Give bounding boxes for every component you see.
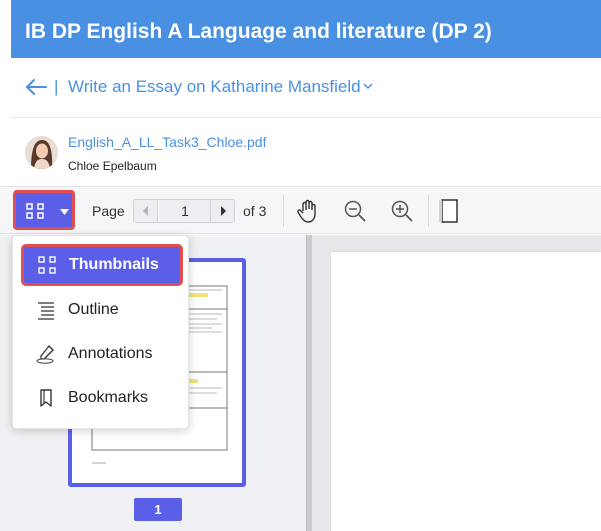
grid-icon bbox=[26, 203, 44, 219]
caret-down-icon bbox=[60, 209, 69, 215]
menu-item-outline[interactable]: Outline bbox=[13, 289, 190, 331]
course-header: IB DP English A Language and literature … bbox=[11, 0, 601, 58]
sidebar-mode-menu: Thumbnails Outline Annotations Bookmarks bbox=[12, 235, 189, 429]
chevron-left-icon bbox=[143, 206, 148, 216]
divider bbox=[283, 195, 284, 227]
course-title: IB DP English A Language and literature … bbox=[25, 20, 492, 43]
menu-item-label: Annotations bbox=[68, 345, 153, 362]
page-navigator bbox=[133, 199, 235, 223]
chevron-right-icon bbox=[221, 206, 226, 216]
next-page-button[interactable] bbox=[210, 200, 234, 222]
file-owner: Chloe Epelbaum bbox=[68, 159, 157, 173]
fit-page-icon[interactable] bbox=[437, 198, 463, 224]
hand-tool-icon[interactable] bbox=[295, 198, 321, 224]
file-info: English_A_LL_Task3_Chloe.pdf Chloe Epelb… bbox=[11, 118, 601, 186]
back-arrow-icon[interactable] bbox=[25, 78, 47, 96]
file-link[interactable]: English_A_LL_Task3_Chloe.pdf bbox=[68, 134, 266, 150]
zoom-in-icon[interactable] bbox=[389, 198, 415, 224]
thumbnails-icon bbox=[38, 256, 56, 274]
document-page bbox=[331, 252, 601, 531]
separator: | bbox=[54, 77, 59, 96]
document-viewer bbox=[312, 235, 601, 531]
avatar bbox=[25, 136, 58, 169]
viewer-toolbar: Page of 3 bbox=[0, 186, 601, 234]
page-number-input[interactable] bbox=[159, 200, 211, 222]
zoom-out-icon[interactable] bbox=[342, 198, 368, 224]
thumbnail-page-number[interactable]: 1 bbox=[134, 498, 182, 521]
menu-item-label: Bookmarks bbox=[68, 389, 149, 406]
previous-page-button[interactable] bbox=[134, 200, 158, 222]
page-label: Page bbox=[92, 203, 125, 219]
sidebar-toggle-button[interactable] bbox=[13, 190, 75, 230]
menu-item-bookmarks[interactable]: Bookmarks bbox=[13, 377, 190, 419]
menu-item-annotations[interactable]: Annotations bbox=[13, 333, 190, 375]
assignment-bar: | Write an Essay on Katharine Mansfield bbox=[11, 58, 601, 118]
chevron-down-icon[interactable] bbox=[363, 82, 373, 90]
menu-item-label: Thumbnails bbox=[69, 256, 159, 273]
annotations-icon bbox=[36, 345, 54, 364]
divider bbox=[428, 195, 429, 227]
menu-item-thumbnails[interactable]: Thumbnails bbox=[21, 244, 183, 286]
outline-icon bbox=[38, 302, 54, 320]
page-total: of 3 bbox=[243, 203, 267, 219]
assignment-title[interactable]: Write an Essay on Katharine Mansfield bbox=[68, 77, 361, 97]
menu-item-label: Outline bbox=[68, 301, 119, 318]
bookmark-icon bbox=[40, 389, 52, 407]
